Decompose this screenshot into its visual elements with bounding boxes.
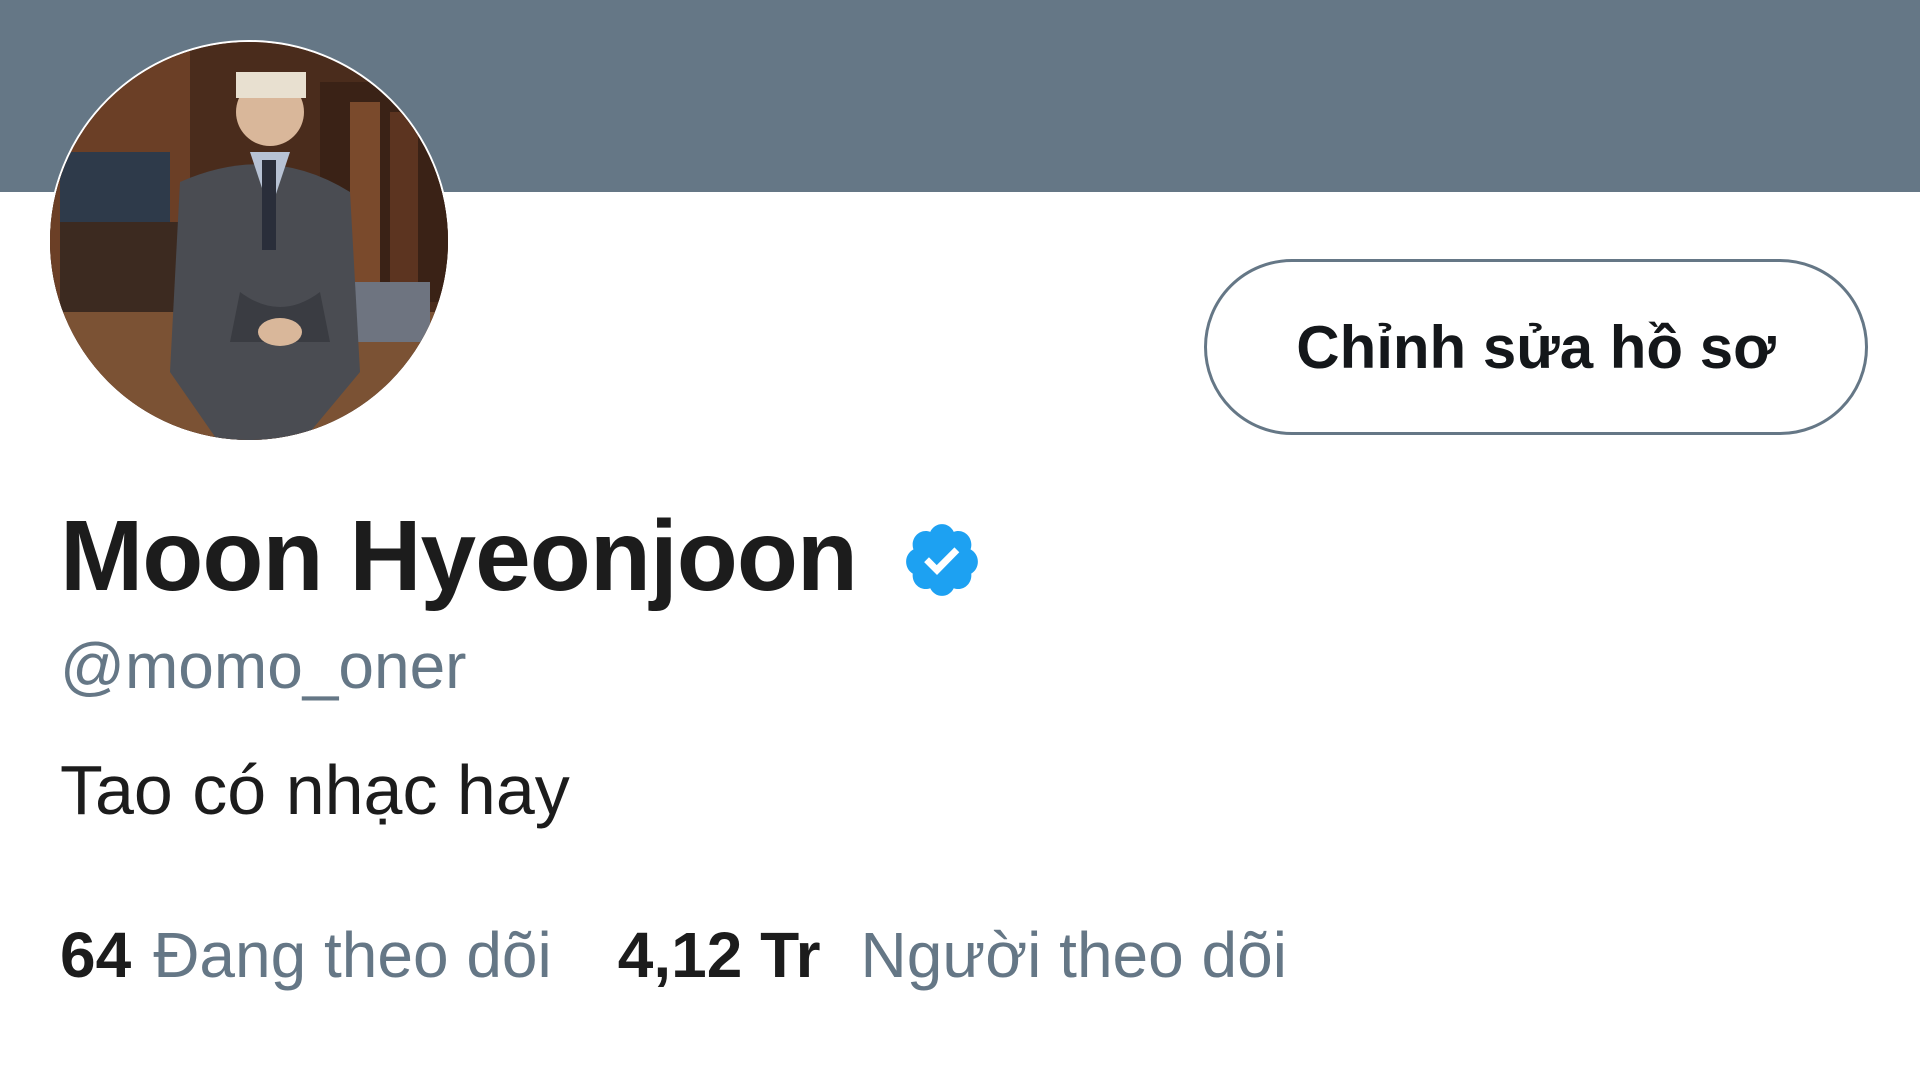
profile-name-row: Moon Hyeonjoon bbox=[60, 496, 983, 616]
followers-count: 4,12 Tr bbox=[617, 919, 821, 991]
profile-display-name: Moon Hyeonjoon bbox=[60, 500, 858, 612]
edit-profile-button[interactable]: Chỉnh sửa hồ sơ bbox=[1204, 259, 1868, 435]
profile-avatar[interactable] bbox=[48, 40, 450, 442]
following-link[interactable]: 64 Đang theo dõi bbox=[60, 915, 552, 995]
profile-stats: 64 Đang theo dõi 4,12 Tr Người theo dõi bbox=[60, 915, 1287, 995]
following-count: 64 bbox=[60, 919, 132, 991]
following-label: Đang theo dõi bbox=[153, 919, 552, 991]
profile-handle: @momo_oner bbox=[60, 630, 467, 702]
verified-badge-icon bbox=[906, 524, 978, 596]
followers-link[interactable]: 4,12 Tr Người theo dõi bbox=[618, 915, 1287, 995]
profile-bio: Tao có nhạc hay bbox=[60, 751, 570, 829]
avatar-photo bbox=[50, 42, 448, 440]
followers-label: Người theo dõi bbox=[860, 919, 1287, 991]
